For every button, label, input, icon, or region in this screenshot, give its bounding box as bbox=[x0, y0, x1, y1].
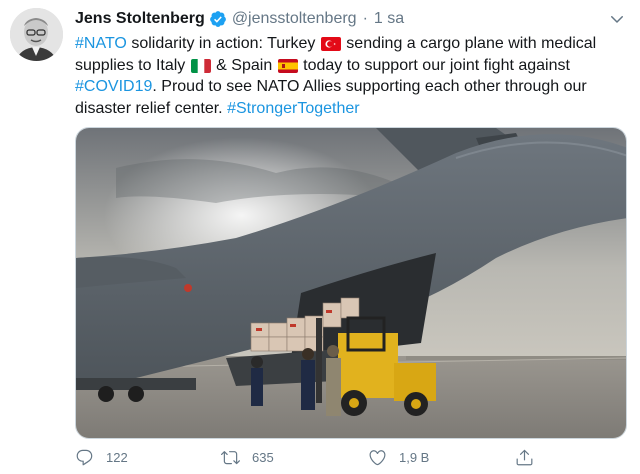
tweet-media-photo[interactable] bbox=[75, 127, 627, 439]
tweet-text-segment: sending a cargo plane with medical bbox=[341, 35, 597, 52]
reply-action[interactable]: 122 bbox=[75, 448, 128, 467]
turkey-flag-icon bbox=[320, 36, 341, 51]
spain-flag-icon bbox=[277, 58, 298, 73]
hashtag-strongertogether[interactable]: #StrongerTogether bbox=[227, 100, 360, 117]
hashtag-nato[interactable]: #NATO bbox=[75, 35, 127, 52]
reply-icon bbox=[76, 449, 93, 466]
retweet-action[interactable]: 635 bbox=[221, 448, 274, 467]
tweet-actions: 122 635 1,9 B bbox=[75, 448, 627, 470]
author-handle[interactable]: @jensstoltenberg bbox=[232, 10, 357, 28]
tweet-text: #NATO solidarity in action: Turkey sendi… bbox=[75, 33, 627, 119]
tweet-text-segment: disaster relief center. bbox=[75, 99, 228, 117]
author-name[interactable]: Jens Stoltenberg bbox=[75, 10, 205, 28]
avatar[interactable] bbox=[10, 8, 63, 61]
separator-dot: · bbox=[362, 10, 368, 27]
reply-count: 122 bbox=[106, 450, 128, 465]
share-icon bbox=[516, 449, 533, 466]
tweet-timestamp[interactable]: 1 sa bbox=[374, 10, 404, 28]
tweet-text-segment: supplies to Italy bbox=[75, 56, 190, 74]
like-count: 1,9 B bbox=[399, 450, 430, 465]
tweet-text-segment: & Spain bbox=[211, 56, 277, 74]
like-action[interactable]: 1,9 B bbox=[368, 448, 429, 467]
chevron-down-icon[interactable] bbox=[608, 10, 626, 28]
cargo-plane-photo bbox=[76, 128, 626, 438]
share-action[interactable] bbox=[515, 448, 546, 467]
retweet-icon bbox=[221, 451, 240, 465]
tweet-text-segment: . Proud to see NATO Allies supporting ea… bbox=[152, 78, 587, 95]
heart-icon bbox=[369, 450, 386, 466]
tweet-text-segment: today to support our joint fight against bbox=[298, 56, 570, 74]
italy-flag-icon bbox=[190, 58, 211, 73]
hashtag-covid19[interactable]: #COVID19 bbox=[75, 78, 152, 95]
tweet-card[interactable]: Jens Stoltenberg @jensstoltenberg · 1 sa… bbox=[0, 0, 640, 474]
tweet-header: Jens Stoltenberg @jensstoltenberg · 1 sa bbox=[75, 8, 404, 30]
retweet-count: 635 bbox=[252, 450, 274, 465]
verified-badge-icon bbox=[209, 10, 227, 28]
tweet-text-segment: solidarity in action: Turkey bbox=[126, 35, 320, 52]
